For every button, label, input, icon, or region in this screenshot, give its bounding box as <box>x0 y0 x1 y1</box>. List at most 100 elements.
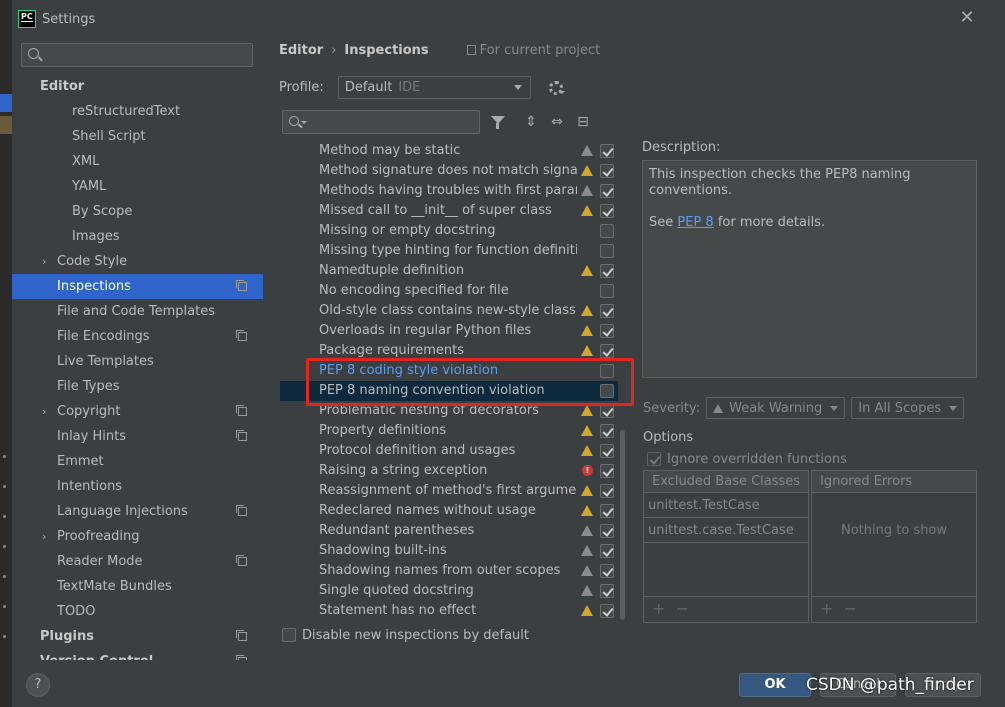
inspection-checkbox[interactable] <box>600 324 614 338</box>
inspection-checkbox[interactable] <box>600 184 614 198</box>
sidebar-item[interactable]: › Code Style <box>12 249 263 274</box>
inspection-checkbox[interactable] <box>600 264 614 278</box>
inspection-checkbox[interactable] <box>600 204 614 218</box>
inspection-checkbox[interactable] <box>600 344 614 358</box>
remove-icon[interactable]: − <box>844 599 857 618</box>
inspection-search-input[interactable] <box>282 110 480 134</box>
list-item[interactable]: Single quoted docstring <box>280 581 618 601</box>
reset-icon[interactable]: ⊟ <box>575 114 591 130</box>
sidebar-item[interactable]: Intentions <box>12 474 263 499</box>
sidebar-item[interactable]: Emmet <box>12 449 263 474</box>
filter-icon[interactable] <box>490 114 506 130</box>
sidebar-item[interactable]: TODO <box>12 599 263 624</box>
breadcrumb-editor[interactable]: Editor <box>279 43 323 58</box>
severity-select[interactable]: Weak Warning <box>706 397 846 419</box>
disable-new-checkbox[interactable] <box>282 628 296 642</box>
sidebar-item[interactable]: Inlay Hints <box>12 424 263 449</box>
list-item[interactable]: Redundant parentheses <box>280 521 618 541</box>
list-item[interactable]: Old-style class contains new-style class… <box>280 301 618 321</box>
sidebar-item[interactable]: File Types <box>12 374 263 399</box>
inspection-checkbox[interactable] <box>600 544 614 558</box>
disable-new-row[interactable]: Disable new inspections by default <box>282 626 529 644</box>
gear-icon[interactable] <box>548 80 565 95</box>
inspection-checkbox[interactable] <box>600 144 614 158</box>
expand-all-icon[interactable]: ⇕ <box>523 114 539 130</box>
table-row[interactable]: unittest.case.TestCase <box>644 518 809 543</box>
remove-icon[interactable]: − <box>676 599 689 618</box>
list-item[interactable]: Methods having troubles with first param… <box>280 181 618 201</box>
list-item[interactable]: Shadowing names from outer scopes <box>280 561 618 581</box>
help-button[interactable]: ? <box>26 673 50 697</box>
sidebar-item[interactable]: Shell Script <box>12 124 263 149</box>
sidebar-item[interactable]: By Scope <box>12 199 263 224</box>
inspection-checkbox[interactable] <box>600 304 614 318</box>
sidebar-item[interactable]: › Copyright <box>12 399 263 424</box>
inspection-list-scrollbar[interactable] <box>620 430 625 620</box>
list-item[interactable]: Raising a string exception! <box>280 461 618 481</box>
settings-search-input[interactable] <box>21 43 253 67</box>
ignore-overridden-checkbox[interactable] <box>647 452 661 466</box>
inspection-checkbox[interactable] <box>600 244 614 258</box>
list-item[interactable]: Missing or empty docstring <box>280 221 618 241</box>
sidebar-item[interactable]: TextMate Bundles <box>12 574 263 599</box>
inspection-checkbox[interactable] <box>600 524 614 538</box>
inspection-checkbox[interactable] <box>600 404 614 418</box>
chevron-right-icon[interactable]: › <box>42 399 46 424</box>
list-item[interactable]: Method may be static <box>280 141 618 161</box>
list-item[interactable]: Method signature does not match signatur… <box>280 161 618 181</box>
weak-warning-icon <box>581 525 593 536</box>
list-item[interactable]: Redeclared names without usage <box>280 501 618 521</box>
table-row[interactable]: unittest.TestCase <box>644 493 809 518</box>
inspection-checkbox[interactable] <box>600 464 614 478</box>
sidebar-item[interactable]: reStructuredText <box>12 99 263 124</box>
inspection-checkbox[interactable] <box>600 584 614 598</box>
list-item[interactable]: Property definitions <box>280 421 618 441</box>
inspection-checkbox[interactable] <box>600 604 614 618</box>
chevron-right-icon[interactable]: › <box>42 649 47 660</box>
list-item[interactable]: Shadowing built-ins <box>280 541 618 561</box>
inspection-checkbox[interactable] <box>600 564 614 578</box>
profile-label: Profile: <box>279 80 324 95</box>
list-item[interactable]: Namedtuple definition <box>280 261 618 281</box>
collapse-all-icon[interactable]: ⇔ <box>549 114 565 130</box>
sidebar-item[interactable]: Inspections <box>12 274 263 299</box>
sidebar-item[interactable]: File Encodings <box>12 324 263 349</box>
sidebar-item[interactable]: › Proofreading <box>12 524 263 549</box>
inspection-checkbox[interactable] <box>600 484 614 498</box>
chevron-right-icon[interactable]: › <box>42 524 46 549</box>
add-icon[interactable]: + <box>652 599 665 618</box>
sidebar-item[interactable]: ›Version Control <box>12 649 263 660</box>
excluded-base-classes-table: Excluded Base Classes unittest.TestCase … <box>643 470 809 623</box>
sidebar-item[interactable]: Language Injections <box>12 499 263 524</box>
sidebar-item[interactable]: YAML <box>12 174 263 199</box>
error-icon: ! <box>582 465 593 476</box>
inspection-checkbox[interactable] <box>600 504 614 518</box>
chevron-right-icon[interactable]: › <box>42 249 46 274</box>
ignore-overridden-row[interactable]: Ignore overridden functions <box>647 450 847 468</box>
inspection-checkbox[interactable] <box>600 224 614 238</box>
ok-button[interactable]: OK <box>739 673 811 697</box>
scope-select[interactable]: In All Scopes <box>851 397 965 419</box>
pep8-link[interactable]: PEP 8 <box>677 215 713 230</box>
inspection-checkbox[interactable] <box>600 284 614 298</box>
list-item[interactable]: Missed call to __init__ of super class <box>280 201 618 221</box>
sidebar-item[interactable]: Plugins <box>12 624 263 649</box>
list-item[interactable]: No encoding specified for file <box>280 281 618 301</box>
list-item[interactable]: Reassignment of method's first argument <box>280 481 618 501</box>
inspection-checkbox[interactable] <box>600 424 614 438</box>
sidebar-item[interactable]: File and Code Templates <box>12 299 263 324</box>
list-item[interactable]: Missing type hinting for function defini… <box>280 241 618 261</box>
list-item[interactable]: Protocol definition and usages <box>280 441 618 461</box>
close-icon[interactable]: ✕ <box>959 9 975 27</box>
inspection-checkbox[interactable] <box>600 444 614 458</box>
sidebar-item[interactable]: Images <box>12 224 263 249</box>
sidebar-item[interactable]: Live Templates <box>12 349 263 374</box>
sidebar-item[interactable]: XML <box>12 149 263 174</box>
profile-select[interactable]: Default IDE <box>337 76 531 99</box>
sidebar-item[interactable]: Reader Mode <box>12 549 263 574</box>
list-item[interactable]: Overloads in regular Python files <box>280 321 618 341</box>
sidebar-item[interactable]: Editor <box>12 74 263 99</box>
inspection-checkbox[interactable] <box>600 164 614 178</box>
list-item[interactable]: Statement has no effect <box>280 601 618 621</box>
add-icon[interactable]: + <box>820 599 833 618</box>
